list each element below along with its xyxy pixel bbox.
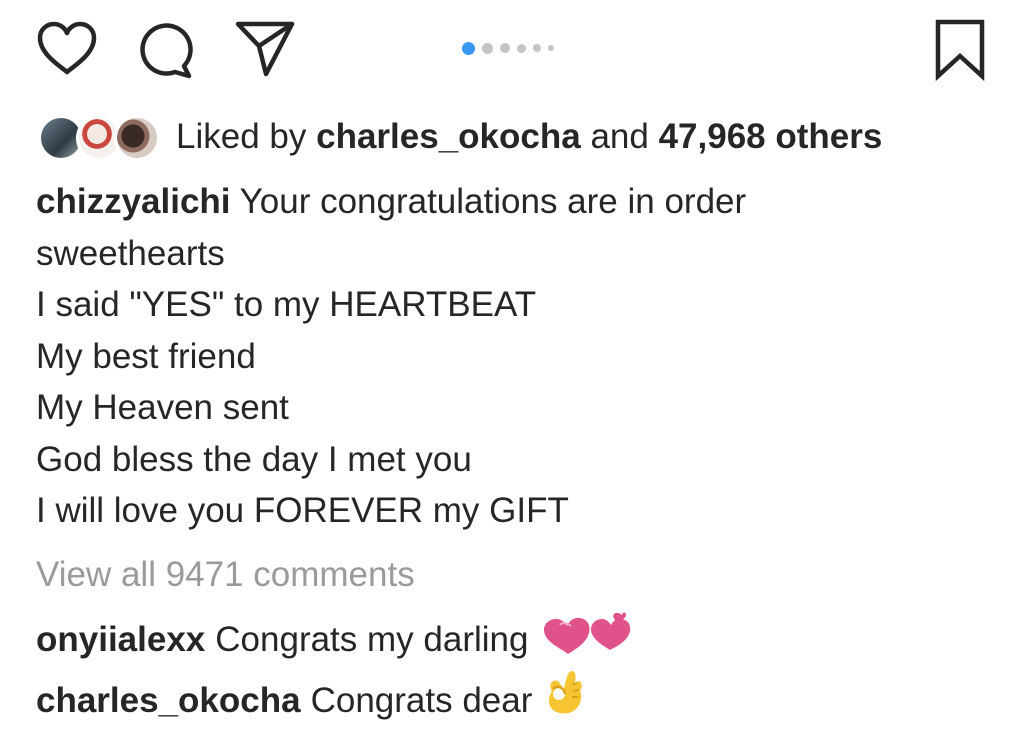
comment-username[interactable]: charles_okocha bbox=[36, 675, 301, 727]
liker-username[interactable]: charles_okocha bbox=[316, 117, 581, 156]
action-bar bbox=[0, 0, 1024, 100]
caption-line: sweethearts bbox=[36, 233, 225, 273]
bookmark-icon[interactable] bbox=[933, 18, 987, 82]
caption-username[interactable]: chizzyalichi bbox=[36, 182, 231, 221]
liker-avatars[interactable] bbox=[38, 111, 160, 163]
carousel-dot[interactable] bbox=[482, 42, 493, 54]
avatar bbox=[114, 115, 160, 161]
caption-line: I will love you FOREVER my GIFT bbox=[36, 491, 569, 530]
caption-text: Your congratulations are in order bbox=[239, 182, 747, 221]
carousel-dot[interactable] bbox=[500, 43, 510, 53]
comment-icon[interactable] bbox=[135, 20, 195, 80]
comment-item: onyiialexx Congrats my darling bbox=[36, 606, 634, 673]
likes-count[interactable]: 47,968 others bbox=[659, 117, 883, 156]
likes-prefix: Liked by bbox=[176, 117, 307, 156]
heart-icon[interactable] bbox=[36, 20, 98, 78]
carousel-dot[interactable] bbox=[517, 43, 526, 53]
share-icon[interactable] bbox=[234, 18, 296, 80]
caption-line: I said "YES" to my HEARTBEAT bbox=[36, 285, 537, 324]
comment-text: Congrats dear bbox=[310, 680, 533, 720]
post-caption: chizzyalichi Your congratulations are in… bbox=[36, 176, 996, 537]
ok-hand-emoji bbox=[542, 667, 586, 734]
carousel-indicator bbox=[462, 41, 561, 55]
likes-row: Liked by charles_okocha and 47,968 other… bbox=[38, 111, 882, 163]
comment-text: Congrats my darling bbox=[215, 619, 529, 659]
carousel-dot[interactable] bbox=[462, 41, 475, 55]
caption-line: chizzyalichi Your congratulations are in… bbox=[36, 176, 996, 228]
caption-line: God bless the day I met you bbox=[36, 439, 472, 479]
caption-line: My best friend bbox=[36, 336, 256, 376]
two-hearts-emoji bbox=[538, 606, 634, 673]
view-all-comments-link[interactable]: View all 9471 comments bbox=[36, 549, 415, 601]
carousel-dot[interactable] bbox=[533, 44, 541, 52]
comment-username[interactable]: onyiialexx bbox=[36, 614, 205, 666]
caption-line: My Heaven sent bbox=[36, 388, 289, 427]
carousel-dot[interactable] bbox=[548, 45, 554, 51]
comment-item: charles_okocha Congrats dear bbox=[36, 667, 586, 734]
likes-summary[interactable]: Liked by charles_okocha and 47,968 other… bbox=[176, 111, 882, 163]
likes-joiner: and bbox=[590, 117, 649, 156]
